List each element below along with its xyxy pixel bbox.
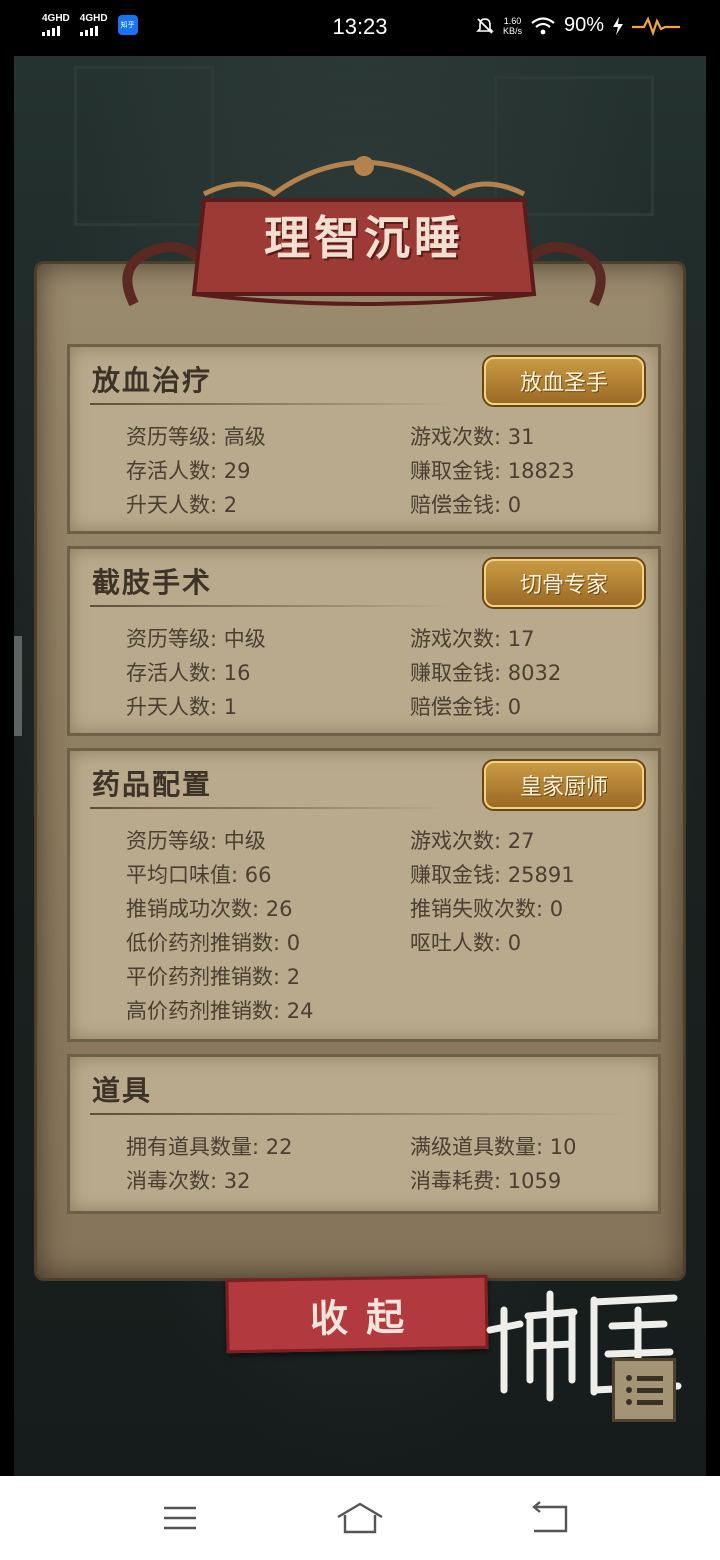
stat-high-price: 高价药剂推销数: 24 bbox=[126, 999, 314, 1023]
stat-low-price: 低价药剂推销数: 0 bbox=[126, 931, 301, 955]
net-speed-value: 1.60 bbox=[503, 15, 522, 26]
badge-label: 皇家厨师 bbox=[519, 775, 608, 800]
menu-button[interactable] bbox=[612, 1358, 676, 1422]
stat-earned: 赚取金钱: 8032 bbox=[410, 661, 562, 685]
stat-vomit: 呕吐人数: 0 bbox=[410, 931, 522, 955]
section-title: 药品配置 bbox=[92, 768, 213, 801]
title-banner: 理智沉睡 bbox=[114, 154, 614, 334]
nav-home-button[interactable] bbox=[336, 1498, 384, 1538]
system-nav-bar bbox=[0, 1476, 720, 1560]
stat-compensation: 赔偿金钱: 0 bbox=[410, 493, 522, 517]
stat-qualification: 资历等级: 中级 bbox=[126, 829, 266, 853]
wifi-icon bbox=[531, 16, 555, 34]
stat-games: 游戏次数: 27 bbox=[410, 829, 535, 853]
mute-icon bbox=[476, 17, 494, 34]
net-speed-unit: KB/s bbox=[502, 25, 522, 36]
background-stripe bbox=[14, 636, 22, 736]
stat-owned: 拥有道具数量: 22 bbox=[126, 1135, 293, 1159]
stat-ascended: 升天人数: 2 bbox=[126, 493, 238, 517]
title-badge: 放血圣手 bbox=[484, 357, 644, 405]
section-bloodletting: 放血治疗 放血圣手 资历等级: 高级 游戏次数: 31 存活人数: 29 赚取金… bbox=[67, 344, 661, 534]
badge-label: 切骨专家 bbox=[519, 573, 608, 598]
nav-menu-button[interactable] bbox=[156, 1498, 204, 1538]
home-icon bbox=[337, 1502, 383, 1534]
section-medicine: 药品配置 皇家厨师 资历等级: 中级 游戏次数: 27 平均口味值: 66 赚取… bbox=[67, 748, 661, 1042]
stat-compensation: 赔偿金钱: 0 bbox=[410, 695, 522, 719]
section-divider bbox=[90, 605, 450, 607]
stat-mid-price: 平价药剂推销数: 2 bbox=[126, 965, 301, 989]
collapse-button[interactable]: 收起 bbox=[225, 1274, 489, 1354]
status-right: 1.60 KB/s 90% bbox=[475, 14, 680, 37]
list-menu-row bbox=[625, 1387, 663, 1393]
heartbeat-icon bbox=[632, 15, 680, 36]
stat-maxed: 满级道具数量: 10 bbox=[410, 1135, 577, 1159]
section-divider bbox=[90, 1113, 630, 1115]
game-screen: 放血治疗 放血圣手 资历等级: 高级 游戏次数: 31 存活人数: 29 赚取金… bbox=[14, 56, 706, 1476]
section-items: 道具 拥有道具数量: 22 满级道具数量: 10 消毒次数: 32 消毒耗费: … bbox=[67, 1054, 661, 1214]
section-amputation: 截肢手术 切骨专家 资历等级: 中级 游戏次数: 17 存活人数: 16 赚取金… bbox=[67, 546, 661, 736]
stat-qualification: 资历等级: 高级 bbox=[126, 425, 266, 449]
section-title: 道具 bbox=[92, 1074, 153, 1107]
stat-promo-fail: 推销失败次数: 0 bbox=[410, 897, 564, 921]
banner-title: 理智沉睡 bbox=[264, 211, 464, 265]
badge-label: 放血圣手 bbox=[519, 371, 608, 396]
stat-earned: 赚取金钱: 25891 bbox=[410, 863, 575, 887]
section-title: 放血治疗 bbox=[92, 364, 213, 397]
stat-qualification: 资历等级: 中级 bbox=[126, 627, 266, 651]
list-menu-row bbox=[625, 1399, 663, 1405]
stat-games: 游戏次数: 17 bbox=[410, 627, 535, 651]
stat-survivors: 存活人数: 16 bbox=[126, 661, 251, 685]
collapse-button-label: 收起 bbox=[309, 1293, 423, 1341]
stat-disinfect-count: 消毒次数: 32 bbox=[126, 1169, 251, 1193]
battery-level: 90% bbox=[563, 14, 604, 36]
charging-icon bbox=[613, 16, 623, 35]
stat-survivors: 存活人数: 29 bbox=[126, 459, 251, 483]
stat-disinfect-cost: 消毒耗费: 1059 bbox=[410, 1169, 562, 1193]
stat-avg-taste: 平均口味值: 66 bbox=[126, 863, 272, 887]
title-badge: 皇家厨师 bbox=[484, 761, 644, 809]
hamburger-icon bbox=[164, 1506, 196, 1530]
stat-promo-success: 推销成功次数: 26 bbox=[126, 897, 293, 921]
section-divider bbox=[90, 807, 450, 809]
status-bar: 4GHD 4GHD 知乎 13:23 1.60 KB/s 90% bbox=[0, 0, 720, 56]
back-icon bbox=[532, 1501, 568, 1533]
nav-back-button[interactable] bbox=[524, 1498, 572, 1538]
title-badge: 切骨专家 bbox=[484, 559, 644, 607]
stats-parchment: 放血治疗 放血圣手 资历等级: 高级 游戏次数: 31 存活人数: 29 赚取金… bbox=[34, 261, 686, 1281]
stat-games: 游戏次数: 31 bbox=[410, 425, 535, 449]
net-speed: 1.60 KB/s bbox=[503, 16, 522, 36]
stat-ascended: 升天人数: 1 bbox=[126, 695, 238, 719]
section-divider bbox=[90, 403, 450, 405]
section-title: 截肢手术 bbox=[92, 566, 213, 599]
stat-earned: 赚取金钱: 18823 bbox=[410, 459, 575, 483]
list-menu-icon bbox=[625, 1375, 663, 1381]
